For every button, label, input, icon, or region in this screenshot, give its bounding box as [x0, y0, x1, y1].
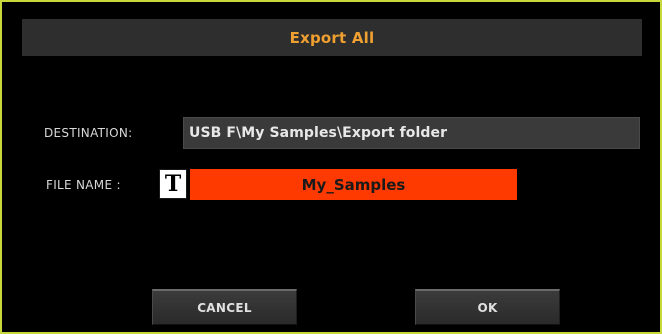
- dialog-title-bar: Export All: [22, 19, 642, 56]
- cancel-button[interactable]: CANCEL: [152, 289, 297, 325]
- export-all-dialog: Export All DESTINATION: USB F\My Samples…: [0, 0, 662, 334]
- file-name-field[interactable]: My_Samples: [190, 169, 517, 200]
- text-edit-button[interactable]: T: [159, 169, 187, 199]
- file-name-label: FILE NAME :: [46, 178, 121, 192]
- file-name-value: My_Samples: [301, 175, 406, 194]
- destination-label: DESTINATION:: [44, 126, 133, 140]
- cancel-button-label: CANCEL: [197, 300, 252, 315]
- ok-button[interactable]: OK: [415, 289, 560, 325]
- text-edit-icon: T: [164, 171, 182, 197]
- dialog-title: Export All: [289, 28, 375, 47]
- destination-value: USB F\My Samples\Export folder: [189, 125, 448, 141]
- ok-button-label: OK: [477, 300, 498, 315]
- destination-field[interactable]: USB F\My Samples\Export folder: [183, 117, 640, 149]
